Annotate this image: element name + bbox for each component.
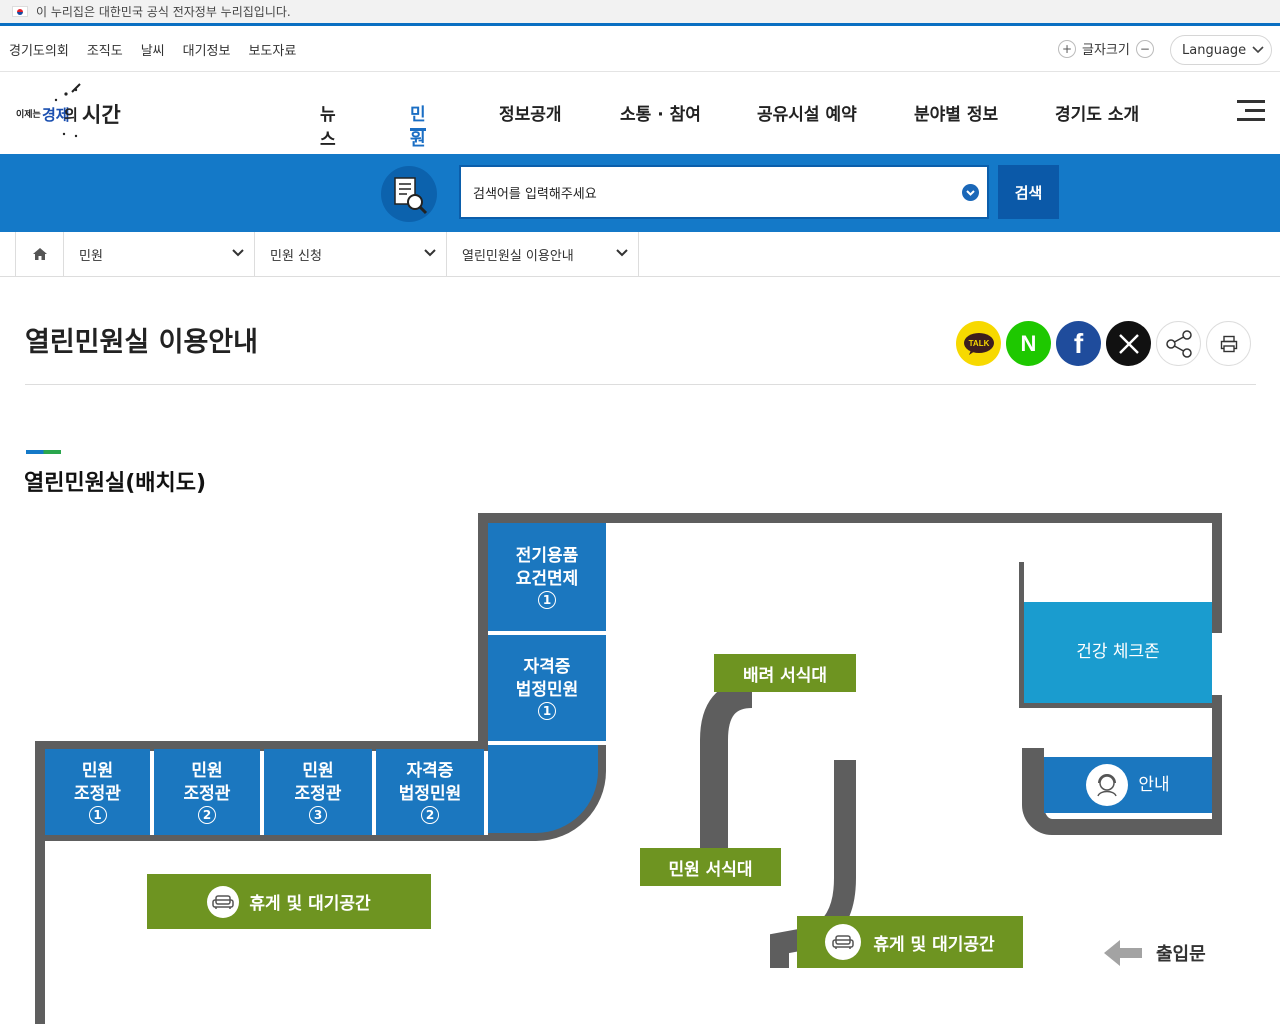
form-desk: 민원 서식대 xyxy=(640,848,781,886)
health-check-zone: 건강 체크존 xyxy=(1024,602,1212,703)
chevron-down-icon xyxy=(232,249,244,257)
title-divider xyxy=(25,384,1256,385)
util-link-weather[interactable]: 날씨 xyxy=(141,40,165,59)
site-header: 이제는 경제 의 시간 뉴스 민원 정보공개 소통 · 참여 공유시설 예약 분… xyxy=(0,72,1280,154)
health-zone-wall-bottom xyxy=(1019,703,1212,708)
plan-wall-top xyxy=(478,513,1222,523)
rest-area-left: 휴게 및 대기공간 xyxy=(147,874,431,929)
menu-icon[interactable] xyxy=(1233,100,1265,124)
utility-links: 경기도의회 조직도 날씨 대기정보 보도자료 xyxy=(9,40,296,59)
sofa-icon xyxy=(825,924,862,960)
plan-wall-inner-vert xyxy=(478,513,488,746)
nav-news[interactable]: 뉴스 xyxy=(320,100,336,150)
section-title: 열린민원실(배치도) xyxy=(24,471,207,496)
search-input[interactable]: 검색어를 입력해주세요 xyxy=(459,165,989,219)
breadcrumb-item-request[interactable]: 민원 신청 xyxy=(255,232,447,276)
util-link-org-chart[interactable]: 조직도 xyxy=(87,40,123,59)
search-document-icon xyxy=(381,166,437,222)
accessible-desk-counter xyxy=(700,680,753,855)
entrance: 출입문 xyxy=(1104,938,1206,968)
nav-field-info[interactable]: 분야별 정보 xyxy=(914,100,998,125)
util-link-air-quality[interactable]: 대기정보 xyxy=(183,40,231,59)
svg-text:이제는: 이제는 xyxy=(16,108,41,119)
print-button[interactable] xyxy=(1206,321,1251,366)
breadcrumb-label: 열린민원실 이용안내 xyxy=(462,248,574,264)
info-person-icon xyxy=(1086,764,1129,806)
naver-icon: N xyxy=(1020,330,1037,356)
x-share-button[interactable] xyxy=(1106,321,1151,366)
home-icon[interactable] xyxy=(15,232,64,276)
room-mediator-2: 민원 조정관 2 xyxy=(154,749,260,835)
font-size-label: 글자크기 xyxy=(1082,43,1130,58)
room-license-statutory-1: 자격증 법정민원 1 xyxy=(488,635,606,741)
font-size-control: + 글자크기 − xyxy=(1058,39,1154,58)
facebook-icon: f xyxy=(1073,327,1084,359)
room-electric-exemption: 전기용품 요건면제 1 xyxy=(488,523,606,631)
section-accent-bar xyxy=(26,450,61,454)
chevron-down-icon xyxy=(424,249,436,257)
svg-text:시간: 시간 xyxy=(82,104,121,127)
room-mediator-1: 민원 조정관 1 xyxy=(45,749,150,835)
rest-area-right: 휴게 및 대기공간 xyxy=(797,916,1023,968)
plan-wall-left xyxy=(35,741,45,1024)
language-select[interactable]: Language xyxy=(1170,35,1272,65)
gov-banner-text: 이 누리집은 대한민국 공식 전자정부 누리집입니다. xyxy=(36,5,291,19)
nav-minwon[interactable]: 민원 xyxy=(410,100,426,150)
x-icon xyxy=(1118,333,1139,354)
room-license-statutory-2: 자격증 법정민원 2 xyxy=(376,749,484,835)
search-button[interactable]: 검색 xyxy=(998,165,1059,219)
page-title: 열린민원실 이용안내 xyxy=(25,327,258,358)
utility-bar: 경기도의회 조직도 날씨 대기정보 보도자료 + 글자크기 − Language xyxy=(0,29,1280,72)
chevron-down-icon[interactable] xyxy=(962,184,979,201)
breadcrumb-item-open-office[interactable]: 열린민원실 이용안내 xyxy=(447,232,639,276)
nav-communication[interactable]: 소통 · 참여 xyxy=(620,100,701,125)
floor-plan: 전기용품 요건면제 1 자격증 법정민원 1 민원 조정관 1 민원 조정관 2… xyxy=(0,510,1280,1024)
room-corner-block xyxy=(488,745,606,841)
util-link-press[interactable]: 보도자료 xyxy=(248,40,296,59)
nav-facility-reservation[interactable]: 공유시설 예약 xyxy=(757,100,857,125)
font-size-minus-button[interactable]: − xyxy=(1135,39,1154,58)
svg-text:의: 의 xyxy=(64,106,78,124)
util-link-council[interactable]: 경기도의회 xyxy=(9,40,69,59)
info-desk: 안내 xyxy=(1044,757,1212,813)
nav-info-disclosure[interactable]: 정보공개 xyxy=(499,100,562,125)
accessible-form-desk: 배려 서식대 xyxy=(714,654,856,692)
breadcrumb: 민원 민원 신청 열린민원실 이용안내 xyxy=(0,232,1280,277)
chevron-down-icon xyxy=(1252,46,1264,54)
korea-flag-icon xyxy=(12,6,28,17)
room-mediator-3: 민원 조정관 3 xyxy=(264,749,372,835)
facebook-share-button[interactable]: f xyxy=(1056,321,1101,366)
plan-wall-rooms-bottom xyxy=(45,835,488,841)
gov-banner: 이 누리집은 대한민국 공식 전자정부 누리집입니다. xyxy=(0,0,1280,26)
svg-text:TALK: TALK xyxy=(968,339,989,348)
site-logo[interactable]: 이제는 경제 의 시간 xyxy=(14,82,124,144)
language-label: Language xyxy=(1182,42,1247,58)
naver-share-button[interactable]: N xyxy=(1006,321,1051,366)
font-size-plus-button[interactable]: + xyxy=(1058,39,1076,58)
print-icon xyxy=(1220,335,1237,352)
share-icon xyxy=(1165,329,1192,358)
share-link-button[interactable] xyxy=(1156,321,1201,366)
breadcrumb-label: 민원 xyxy=(79,248,103,264)
plan-wall-right-upper xyxy=(1212,513,1222,633)
nav-about-gyeonggi[interactable]: 경기도 소개 xyxy=(1055,100,1139,125)
arrow-left-icon xyxy=(1104,940,1142,966)
search-placeholder: 검색어를 입력해주세요 xyxy=(473,186,597,202)
kakao-share-button[interactable]: TALK xyxy=(956,321,1001,366)
search-section: 검색어를 입력해주세요 검색 xyxy=(0,154,1280,232)
kakao-talk-icon: TALK xyxy=(963,332,994,355)
breadcrumb-label: 민원 신청 xyxy=(270,248,322,264)
breadcrumb-item-minwon[interactable]: 민원 xyxy=(64,232,255,276)
chevron-down-icon xyxy=(616,249,628,257)
sofa-icon xyxy=(207,885,240,918)
